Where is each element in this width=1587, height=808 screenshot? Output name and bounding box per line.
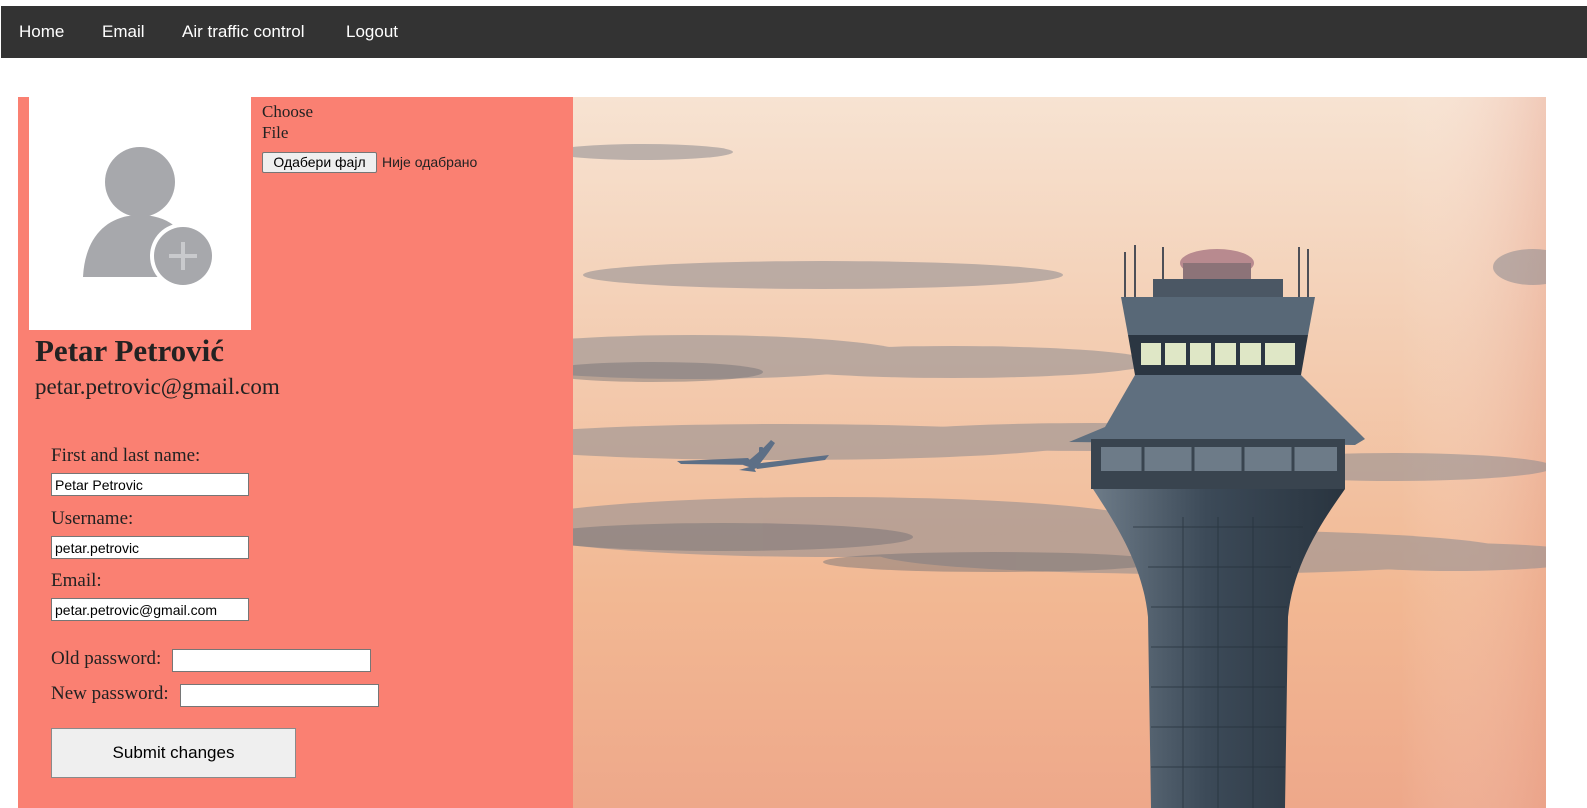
name-field[interactable]: [51, 473, 249, 496]
top-navbar: Home Email Air traffic control Logout: [1, 6, 1587, 58]
new-password-label: New password:: [51, 683, 169, 704]
user-add-icon: [83, 147, 216, 289]
email-field[interactable]: [51, 598, 249, 621]
profile-display-email: petar.petrovic@gmail.com: [35, 374, 280, 399]
new-password-field[interactable]: [180, 684, 379, 707]
old-password-field[interactable]: [172, 649, 371, 672]
name-field-label: First and last name:: [51, 445, 201, 466]
nav-link-air-traffic-control[interactable]: Air traffic control: [182, 6, 305, 58]
control-tower-photo: [573, 97, 1546, 808]
hero-illustration: [573, 97, 1546, 808]
username-field[interactable]: [51, 536, 249, 559]
profile-panel: Choose File Одабери фајл Није одабрано P…: [18, 97, 573, 808]
email-field-label: Email:: [51, 570, 102, 591]
nav-link-home[interactable]: Home: [19, 6, 64, 58]
nav-link-logout[interactable]: Logout: [346, 6, 398, 58]
file-status-text: Није одабрано: [382, 154, 478, 170]
submit-changes-button[interactable]: Submit changes: [51, 728, 296, 778]
file-picker-label: Choose File: [262, 102, 313, 142]
profile-display-name: Petar Petrović: [35, 333, 225, 368]
avatar[interactable]: [29, 97, 251, 330]
old-password-label: Old password:: [51, 648, 162, 669]
choose-file-button[interactable]: Одабери фајл: [262, 152, 377, 173]
nav-link-email[interactable]: Email: [102, 6, 145, 58]
username-field-label: Username:: [51, 508, 134, 529]
